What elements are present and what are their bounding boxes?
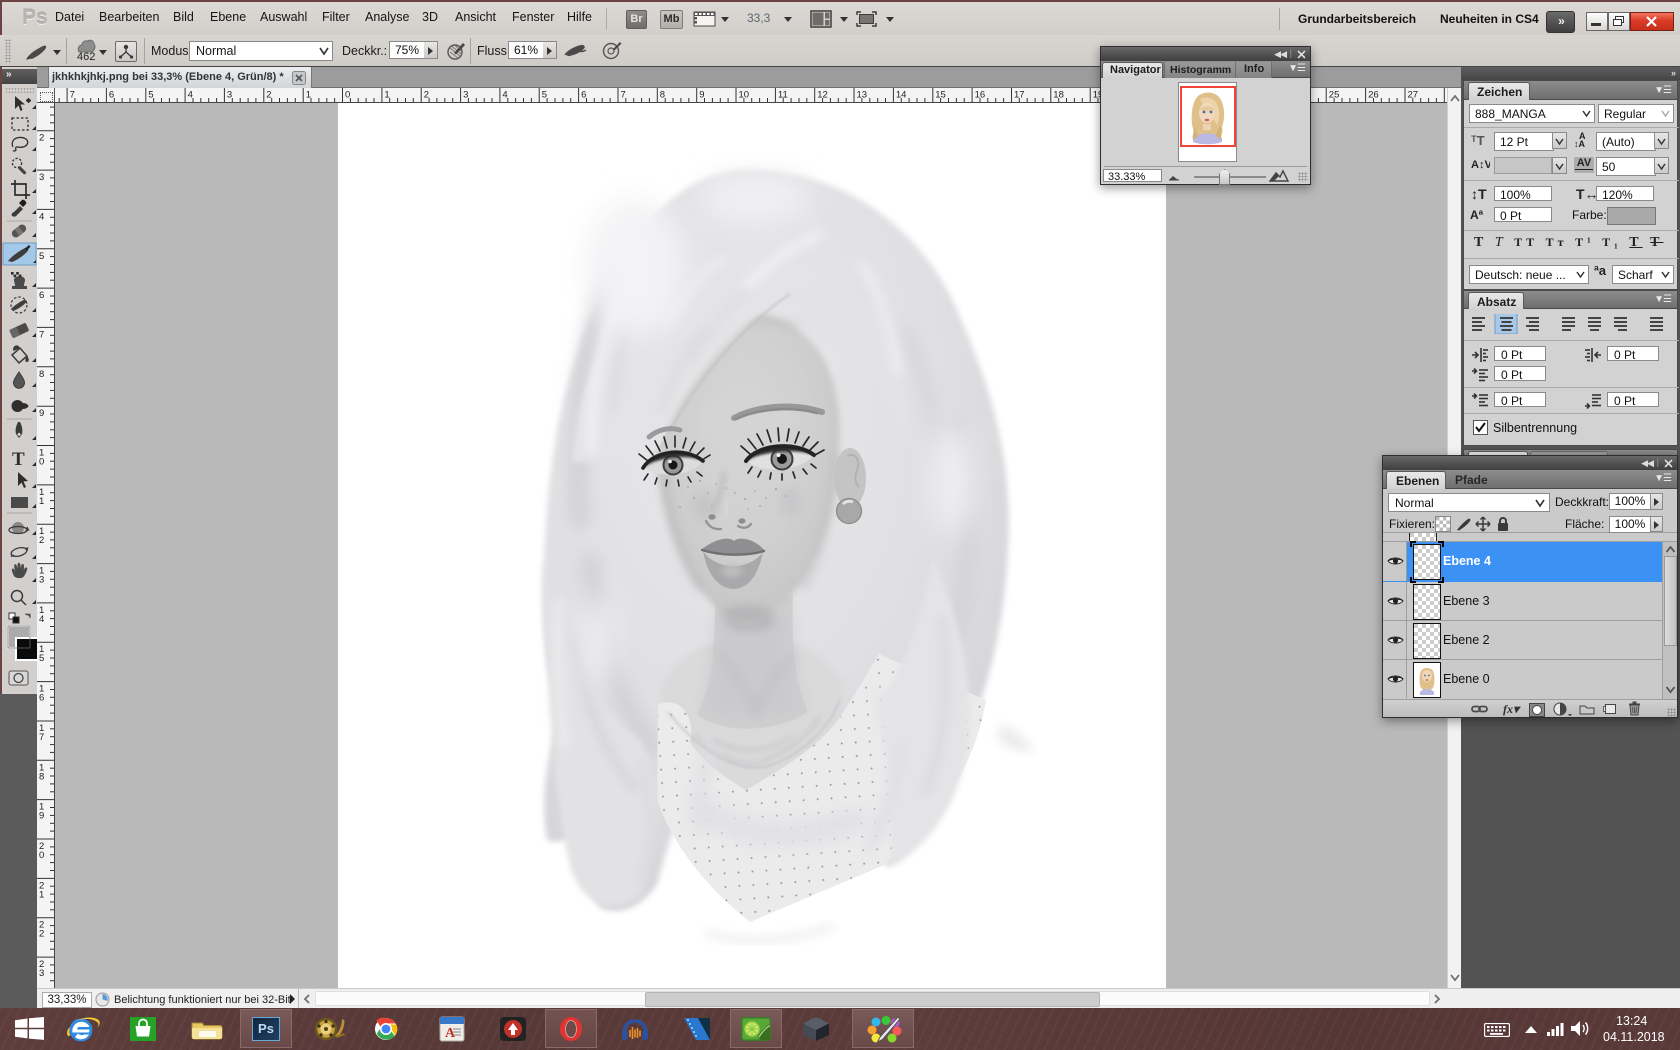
svg-text:3: 3 bbox=[39, 172, 44, 183]
svg-text:5: 5 bbox=[39, 251, 44, 262]
svg-text:9: 9 bbox=[39, 408, 44, 419]
svg-text:4: 4 bbox=[39, 211, 44, 222]
svg-text:2: 2 bbox=[39, 133, 44, 144]
svg-text:7: 7 bbox=[621, 90, 626, 101]
svg-text:10: 10 bbox=[739, 90, 750, 101]
svg-text:1: 1 bbox=[39, 889, 44, 900]
svg-text:7: 7 bbox=[39, 329, 44, 340]
svg-text:8: 8 bbox=[39, 369, 44, 380]
svg-text:9: 9 bbox=[39, 811, 44, 822]
svg-text:6: 6 bbox=[109, 90, 114, 101]
svg-text:18: 18 bbox=[1053, 90, 1064, 101]
svg-text:9: 9 bbox=[699, 90, 704, 101]
svg-text:13: 13 bbox=[857, 90, 868, 101]
svg-text:5: 5 bbox=[542, 90, 547, 101]
svg-text:7: 7 bbox=[70, 90, 75, 101]
svg-text:7: 7 bbox=[39, 732, 44, 743]
svg-text:0: 0 bbox=[39, 457, 44, 468]
svg-text:14: 14 bbox=[896, 90, 907, 101]
svg-text:3: 3 bbox=[227, 90, 232, 101]
svg-text:3: 3 bbox=[463, 90, 468, 101]
svg-text:2: 2 bbox=[39, 929, 44, 940]
svg-text:2: 2 bbox=[266, 90, 271, 101]
svg-text:6: 6 bbox=[39, 290, 44, 301]
svg-text:1: 1 bbox=[39, 496, 44, 507]
svg-text:6: 6 bbox=[39, 693, 44, 704]
svg-text:1: 1 bbox=[384, 90, 389, 101]
svg-text:T: T bbox=[12, 449, 25, 470]
svg-text:8: 8 bbox=[39, 771, 44, 782]
svg-text:8: 8 bbox=[660, 90, 665, 101]
svg-text:3: 3 bbox=[39, 968, 44, 979]
svg-text:25: 25 bbox=[1329, 90, 1340, 101]
svg-text:6: 6 bbox=[581, 90, 586, 101]
svg-text:11: 11 bbox=[778, 90, 788, 101]
svg-text:0: 0 bbox=[345, 90, 350, 101]
svg-text:2: 2 bbox=[424, 90, 429, 101]
svg-text:4: 4 bbox=[502, 90, 507, 101]
svg-text:27: 27 bbox=[1408, 90, 1419, 101]
svg-text:17: 17 bbox=[1014, 90, 1025, 101]
svg-text:3: 3 bbox=[39, 575, 44, 586]
svg-text:26: 26 bbox=[1368, 90, 1379, 101]
svg-text:12: 12 bbox=[817, 90, 828, 101]
svg-text:A: A bbox=[445, 1026, 456, 1041]
svg-text:5: 5 bbox=[39, 653, 44, 664]
svg-text:↕A: ↕A bbox=[1574, 139, 1586, 149]
svg-text:5: 5 bbox=[148, 90, 153, 101]
svg-text:16: 16 bbox=[975, 90, 986, 101]
svg-text:1: 1 bbox=[39, 103, 44, 104]
svg-text:4: 4 bbox=[188, 90, 193, 101]
svg-text:4: 4 bbox=[39, 614, 44, 625]
svg-text:2: 2 bbox=[39, 535, 44, 546]
svg-text:15: 15 bbox=[935, 90, 946, 101]
svg-text:0: 0 bbox=[39, 850, 44, 861]
svg-text:1: 1 bbox=[306, 90, 311, 101]
svg-text:A↕V: A↕V bbox=[1471, 159, 1490, 171]
